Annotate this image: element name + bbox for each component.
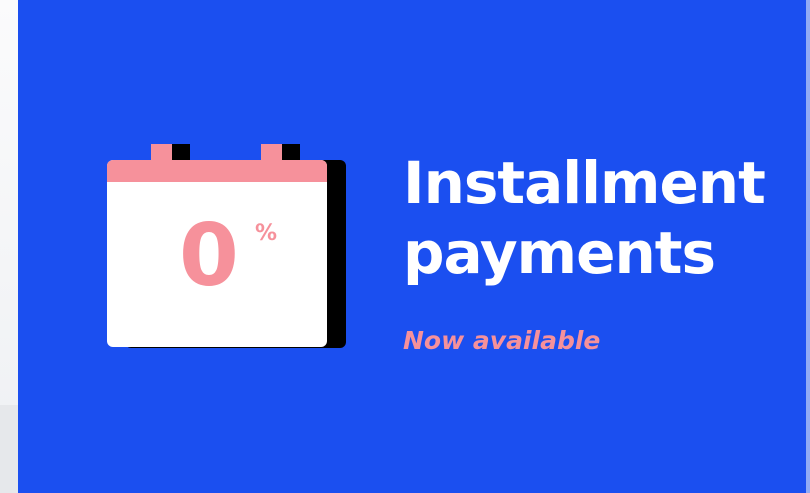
left-bottom-strip — [0, 405, 18, 493]
banner-subtitle: Now available — [403, 326, 601, 355]
calendar-header — [107, 160, 327, 182]
promo-banner[interactable]: 0 % Installment payments Now available — [18, 0, 810, 493]
interest-rate-value: 0 — [179, 206, 239, 306]
headline-line-1: Installment — [403, 149, 766, 217]
banner-edge — [806, 0, 810, 493]
headline-line-2: payments — [403, 219, 716, 287]
page: 0 % Installment payments Now available — [0, 0, 810, 493]
banner-headline: Installment payments — [403, 148, 766, 288]
calendar-body: 0 % — [107, 160, 327, 347]
interest-rate-unit: % — [255, 221, 278, 246]
calendar-icon: 0 % — [107, 144, 346, 348]
